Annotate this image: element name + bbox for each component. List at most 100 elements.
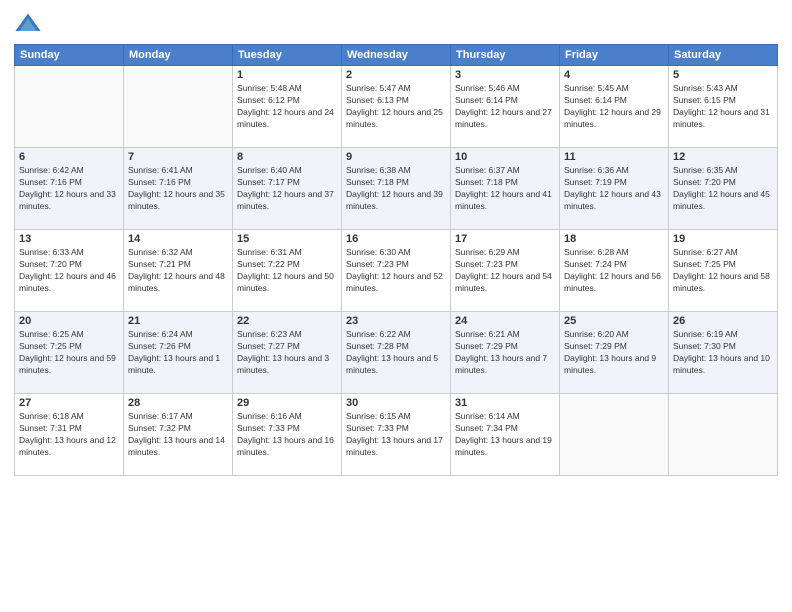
week-row-4: 27 Sunrise: 6:18 AM Sunset: 7:31 PM Dayli… [15,394,778,476]
weekday-header-thursday: Thursday [451,45,560,66]
day-info: Sunrise: 6:42 AM Sunset: 7:16 PM Dayligh… [19,165,119,213]
week-row-0: 1 Sunrise: 5:48 AM Sunset: 6:12 PM Daylig… [15,66,778,148]
calendar-cell: 7Sunrise: 6:41 AM Sunset: 7:16 PM Daylig… [124,148,233,230]
day-number: 1 [237,69,337,81]
calendar-cell: 13 Sunrise: 6:33 AM Sunset: 7:20 PM Dayli… [15,230,124,312]
day-number: 21 [128,315,228,327]
day-number: 27 [19,397,119,409]
day-info: Sunrise: 6:38 AM Sunset: 7:18 PM Dayligh… [346,165,446,213]
day-info: Sunrise: 6:28 AM Sunset: 7:24 PM Dayligh… [564,247,664,295]
day-info: Sunrise: 6:21 AM Sunset: 7:29 PM Dayligh… [455,329,555,377]
calendar-cell: 30 Sunrise: 6:15 AM Sunset: 7:33 PM Dayli… [342,394,451,476]
calendar-cell: 27 Sunrise: 6:18 AM Sunset: 7:31 PM Dayli… [15,394,124,476]
calendar-cell: 11 Sunrise: 6:36 AM Sunset: 7:19 PM Dayli… [560,148,669,230]
calendar-cell [560,394,669,476]
calendar-cell: 24 Sunrise: 6:21 AM Sunset: 7:29 PM Dayli… [451,312,560,394]
day-info: Sunrise: 6:16 AM Sunset: 7:33 PM Dayligh… [237,411,337,459]
day-info: Sunrise: 6:37 AM Sunset: 7:18 PM Dayligh… [455,165,555,213]
calendar-cell: 12Sunrise: 6:35 AM Sunset: 7:20 PM Dayli… [669,148,778,230]
calendar-cell: 14 Sunrise: 6:32 AM Sunset: 7:21 PM Dayli… [124,230,233,312]
week-row-1: 6Sunrise: 6:42 AM Sunset: 7:16 PM Daylig… [15,148,778,230]
day-info: Sunrise: 6:36 AM Sunset: 7:19 PM Dayligh… [564,165,664,213]
calendar-cell: 8 Sunrise: 6:40 AM Sunset: 7:17 PM Daylig… [233,148,342,230]
calendar-cell: 16 Sunrise: 6:30 AM Sunset: 7:23 PM Dayli… [342,230,451,312]
calendar-cell: 25Sunrise: 6:20 AM Sunset: 7:29 PM Dayli… [560,312,669,394]
day-number: 3 [455,69,555,81]
calendar-cell: 2Sunrise: 5:47 AM Sunset: 6:13 PM Daylig… [342,66,451,148]
day-info: Sunrise: 6:24 AM Sunset: 7:26 PM Dayligh… [128,329,228,377]
calendar-cell: 19 Sunrise: 6:27 AM Sunset: 7:25 PM Dayli… [669,230,778,312]
day-info: Sunrise: 6:22 AM Sunset: 7:28 PM Dayligh… [346,329,446,377]
calendar-cell: 23 Sunrise: 6:22 AM Sunset: 7:28 PM Dayli… [342,312,451,394]
day-number: 16 [346,233,446,245]
calendar-cell: 4Sunrise: 5:45 AM Sunset: 6:14 PM Daylig… [560,66,669,148]
day-number: 22 [237,315,337,327]
calendar-cell: 28 Sunrise: 6:17 AM Sunset: 7:32 PM Dayli… [124,394,233,476]
day-number: 18 [564,233,664,245]
day-info: Sunrise: 6:29 AM Sunset: 7:23 PM Dayligh… [455,247,555,295]
day-info: Sunrise: 6:18 AM Sunset: 7:31 PM Dayligh… [19,411,119,459]
day-number: 24 [455,315,555,327]
day-info: Sunrise: 6:17 AM Sunset: 7:32 PM Dayligh… [128,411,228,459]
weekday-header-sunday: Sunday [15,45,124,66]
day-number: 28 [128,397,228,409]
day-number: 26 [673,315,773,327]
calendar-cell: 5 Sunrise: 5:43 AM Sunset: 6:15 PM Daylig… [669,66,778,148]
day-info: Sunrise: 6:15 AM Sunset: 7:33 PM Dayligh… [346,411,446,459]
weekday-header-tuesday: Tuesday [233,45,342,66]
day-info: Sunrise: 6:23 AM Sunset: 7:27 PM Dayligh… [237,329,337,377]
calendar-cell: 18 Sunrise: 6:28 AM Sunset: 7:24 PM Dayli… [560,230,669,312]
calendar-cell [124,66,233,148]
day-info: Sunrise: 6:40 AM Sunset: 7:17 PM Dayligh… [237,165,337,213]
day-number: 15 [237,233,337,245]
calendar-cell: 9 Sunrise: 6:38 AM Sunset: 7:18 PM Daylig… [342,148,451,230]
calendar-cell: 29Sunrise: 6:16 AM Sunset: 7:33 PM Dayli… [233,394,342,476]
day-info: Sunrise: 6:41 AM Sunset: 7:16 PM Dayligh… [128,165,228,213]
calendar-table: SundayMondayTuesdayWednesdayThursdayFrid… [14,44,778,476]
logo [14,10,46,38]
week-row-2: 13 Sunrise: 6:33 AM Sunset: 7:20 PM Dayli… [15,230,778,312]
day-number: 20 [19,315,119,327]
day-number: 11 [564,151,664,163]
day-info: Sunrise: 5:43 AM Sunset: 6:15 PM Dayligh… [673,83,773,131]
day-number: 5 [673,69,773,81]
day-info: Sunrise: 6:35 AM Sunset: 7:20 PM Dayligh… [673,165,773,213]
calendar-cell: 21 Sunrise: 6:24 AM Sunset: 7:26 PM Dayli… [124,312,233,394]
day-number: 8 [237,151,337,163]
weekday-header-saturday: Saturday [669,45,778,66]
day-number: 25 [564,315,664,327]
day-number: 14 [128,233,228,245]
day-info: Sunrise: 6:32 AM Sunset: 7:21 PM Dayligh… [128,247,228,295]
day-info: Sunrise: 6:30 AM Sunset: 7:23 PM Dayligh… [346,247,446,295]
day-number: 31 [455,397,555,409]
day-number: 17 [455,233,555,245]
calendar-cell: 20 Sunrise: 6:25 AM Sunset: 7:25 PM Dayli… [15,312,124,394]
day-info: Sunrise: 6:25 AM Sunset: 7:25 PM Dayligh… [19,329,119,377]
day-info: Sunrise: 6:31 AM Sunset: 7:22 PM Dayligh… [237,247,337,295]
calendar-cell: 10 Sunrise: 6:37 AM Sunset: 7:18 PM Dayli… [451,148,560,230]
calendar-cell: 1 Sunrise: 5:48 AM Sunset: 6:12 PM Daylig… [233,66,342,148]
day-info: Sunrise: 6:33 AM Sunset: 7:20 PM Dayligh… [19,247,119,295]
page: SundayMondayTuesdayWednesdayThursdayFrid… [0,0,792,612]
weekday-header-monday: Monday [124,45,233,66]
weekday-header-wednesday: Wednesday [342,45,451,66]
calendar-cell: 17 Sunrise: 6:29 AM Sunset: 7:23 PM Dayli… [451,230,560,312]
day-number: 19 [673,233,773,245]
calendar-cell: 15 Sunrise: 6:31 AM Sunset: 7:22 PM Dayli… [233,230,342,312]
day-info: Sunrise: 6:27 AM Sunset: 7:25 PM Dayligh… [673,247,773,295]
day-number: 10 [455,151,555,163]
day-number: 9 [346,151,446,163]
day-info: Sunrise: 6:14 AM Sunset: 7:34 PM Dayligh… [455,411,555,459]
day-info: Sunrise: 5:46 AM Sunset: 6:14 PM Dayligh… [455,83,555,131]
logo-icon [14,10,42,38]
weekday-header-row: SundayMondayTuesdayWednesdayThursdayFrid… [15,45,778,66]
day-info: Sunrise: 5:47 AM Sunset: 6:13 PM Dayligh… [346,83,446,131]
day-number: 23 [346,315,446,327]
day-number: 4 [564,69,664,81]
calendar-cell: 31 Sunrise: 6:14 AM Sunset: 7:34 PM Dayli… [451,394,560,476]
day-info: Sunrise: 5:48 AM Sunset: 6:12 PM Dayligh… [237,83,337,131]
day-number: 13 [19,233,119,245]
day-number: 30 [346,397,446,409]
day-info: Sunrise: 6:19 AM Sunset: 7:30 PM Dayligh… [673,329,773,377]
calendar-cell: 3 Sunrise: 5:46 AM Sunset: 6:14 PM Daylig… [451,66,560,148]
